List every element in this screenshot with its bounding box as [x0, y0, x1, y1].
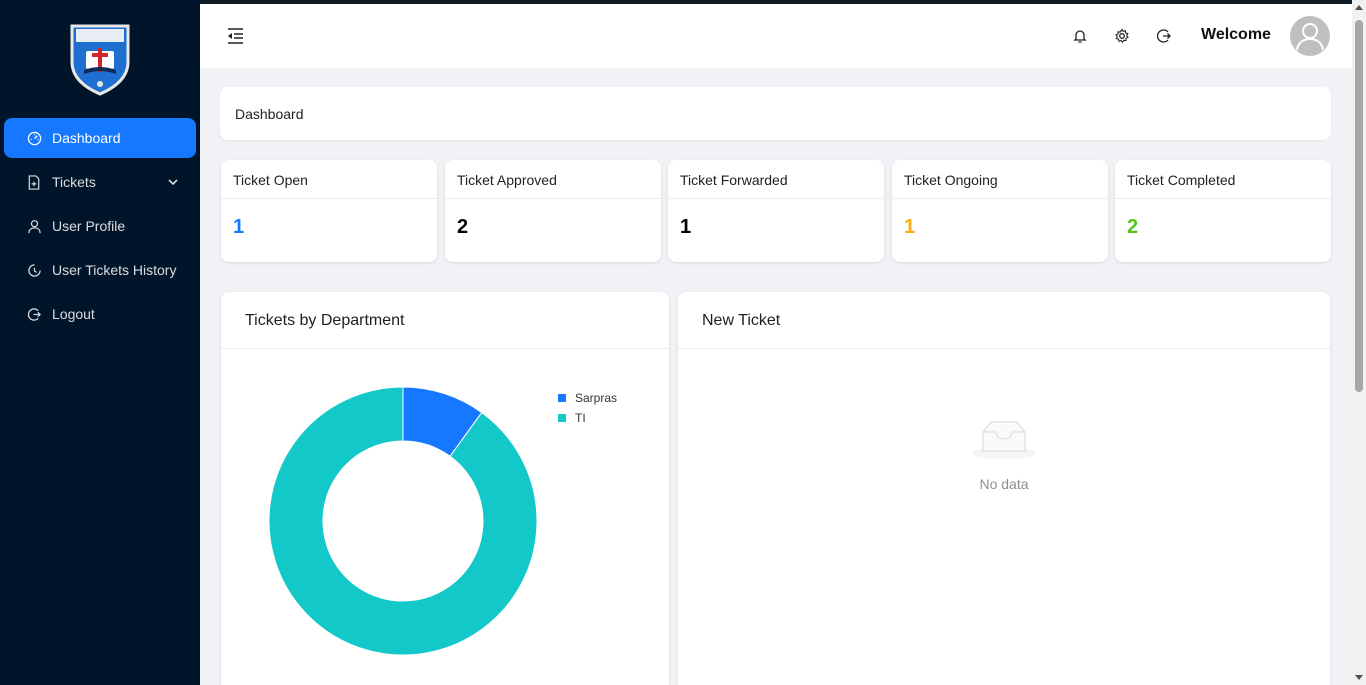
stat-card-ticket-open: Ticket Open 1	[221, 160, 437, 262]
user-avatar-icon	[1296, 23, 1324, 51]
stat-card-ticket-ongoing: Ticket Ongoing 1	[892, 160, 1108, 262]
empty-state: No data	[678, 418, 1330, 492]
sidebar-item-label: User Tickets History	[52, 262, 177, 278]
stat-divider	[445, 198, 661, 199]
panel-title: Tickets by Department	[245, 312, 405, 329]
stat-divider	[668, 198, 884, 199]
sidebar-item-label: Dashboard	[52, 130, 121, 146]
empty-text: No data	[979, 476, 1029, 492]
dashboard-icon	[26, 130, 42, 146]
menu-fold-icon[interactable]	[226, 27, 246, 45]
new-ticket-panel: New Ticket No data	[678, 292, 1330, 685]
page-scrollbar[interactable]	[1352, 0, 1366, 685]
legend-item[interactable]: Sarpras	[558, 388, 617, 408]
sidebar-item-tickets[interactable]: Tickets	[4, 162, 196, 202]
sidebar-item-label: Logout	[52, 306, 95, 322]
stat-title: Ticket Completed	[1127, 172, 1236, 188]
stat-title: Ticket Approved	[457, 172, 557, 188]
stat-value: 1	[680, 216, 692, 238]
top-header: Welcome	[200, 0, 1352, 68]
logout-icon[interactable]	[1155, 27, 1173, 45]
sidebar: Dashboard Tickets User Profile User Tick…	[0, 0, 200, 685]
legend-label: Sarpras	[575, 391, 618, 405]
sidebar-item-label: User Profile	[52, 218, 126, 234]
logout-icon	[26, 306, 42, 322]
stat-divider	[221, 198, 437, 199]
stat-title: Ticket Forwarded	[680, 172, 788, 188]
legend-swatch	[558, 394, 566, 402]
scroll-down-arrow-icon[interactable]	[1355, 675, 1363, 680]
gear-icon[interactable]	[1113, 27, 1131, 45]
empty-inbox-icon	[972, 421, 1036, 459]
breadcrumb-current: Dashboard	[235, 106, 304, 122]
scroll-thumb[interactable]	[1355, 20, 1363, 392]
sidebar-item-user-tickets-history[interactable]: User Tickets History	[4, 250, 196, 290]
stat-value: 2	[457, 216, 469, 238]
chevron-down-icon[interactable]	[166, 175, 180, 189]
stat-value: 1	[233, 216, 245, 238]
stat-divider	[892, 198, 1108, 199]
sidebar-item-dashboard[interactable]: Dashboard	[4, 118, 196, 158]
stat-value: 2	[1127, 216, 1139, 238]
avatar[interactable]	[1290, 16, 1330, 56]
stat-card-ticket-approved: Ticket Approved 2	[445, 160, 661, 262]
stat-title: Ticket Ongoing	[904, 172, 998, 188]
sidebar-item-user-profile[interactable]: User Profile	[4, 206, 196, 246]
stat-card-ticket-completed: Ticket Completed 2	[1115, 160, 1331, 262]
stat-title: Ticket Open	[233, 172, 308, 188]
bell-icon[interactable]	[1071, 27, 1089, 45]
stat-divider	[1115, 198, 1331, 199]
panel-title: New Ticket	[702, 312, 781, 329]
sidebar-item-logout[interactable]: Logout	[4, 294, 196, 334]
header-topline	[200, 0, 1366, 4]
sidebar-item-label: Tickets	[52, 174, 96, 190]
stat-card-ticket-forwarded: Ticket Forwarded 1	[668, 160, 884, 262]
breadcrumb: Dashboard	[220, 87, 1331, 140]
panel-divider	[678, 348, 1330, 349]
chart-legend: Sarpras TI	[558, 388, 617, 428]
stat-value: 1	[904, 216, 916, 238]
legend-item[interactable]: TI	[558, 408, 617, 428]
legend-swatch	[558, 414, 566, 422]
donut-slice-ti[interactable]	[268, 386, 538, 656]
user-icon	[26, 218, 42, 234]
scroll-up-arrow-icon[interactable]	[1355, 5, 1363, 10]
welcome-text: Welcome	[1201, 26, 1271, 43]
school-logo[interactable]	[66, 22, 134, 96]
history-icon	[26, 262, 42, 278]
file-add-icon	[26, 174, 42, 190]
sidebar-menu: Dashboard Tickets User Profile User Tick…	[0, 118, 200, 338]
department-chart-panel: Tickets by Department Sarpras TI	[221, 292, 669, 685]
legend-label: TI	[575, 411, 586, 425]
